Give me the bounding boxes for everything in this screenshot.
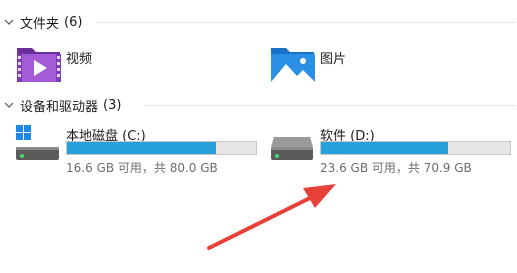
hard-drive-icon [270,125,314,165]
folder-item-videos[interactable]: 视频 [16,40,92,88]
pictures-folder-icon [270,42,316,86]
section-title-folders: 文件夹 [20,16,60,32]
video-folder-icon [16,42,62,86]
folder-label-pictures: 图片 [320,51,347,67]
section-divider [144,105,516,106]
drive-info-d: 23.6 GB 可用，共 70.9 GB [320,161,472,175]
drive-usage-fill-c [67,142,217,154]
folder-label-videos: 视频 [66,51,93,67]
section-title-drives: 设备和驱动器 [20,99,99,115]
drive-item-c[interactable]: 本地磁盘 (C:) 16.6 GB 可用，共 80.0 GB [16,125,261,179]
section-header-folders[interactable]: 文件夹 (6) [0,11,82,33]
explorer-this-pc-view: 文件夹 (6) 视频 图片 设备和驱动器 (3) 本地磁盘 (C:) 16.6 … [0,0,517,273]
drive-usage-bar-d [320,141,511,155]
chevron-down-icon [1,14,17,30]
section-header-drives[interactable]: 设备和驱动器 (3) [0,94,121,116]
drive-usage-bar-c [66,141,257,155]
drive-usage-fill-d [321,142,448,154]
section-count-drives: (3) [103,97,122,113]
chevron-down-icon [1,97,17,113]
drive-item-d[interactable]: 软件 (D:) 23.6 GB 可用，共 70.9 GB [270,125,515,179]
windows-drive-icon [16,125,60,165]
folder-item-pictures[interactable]: 图片 [270,40,346,88]
section-divider [96,22,516,23]
section-count-folders: (6) [64,14,83,30]
drive-info-c: 16.6 GB 可用，共 80.0 GB [66,161,218,175]
